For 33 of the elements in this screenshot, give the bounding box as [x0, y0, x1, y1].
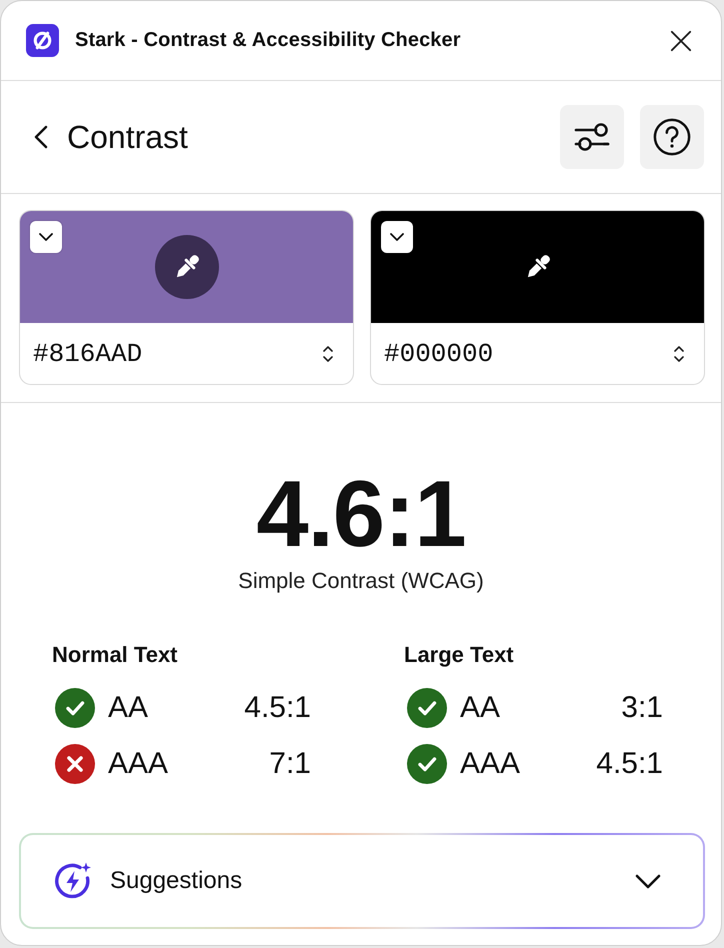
wcag-level: AA — [108, 691, 148, 725]
chevron-down-icon — [390, 233, 404, 241]
stepper-icon — [674, 344, 684, 362]
dropdown-button[interactable] — [30, 221, 62, 253]
required-ratio: 3:1 — [621, 691, 663, 725]
window-title: Stark - Contrast & Accessibility Checker — [75, 29, 461, 52]
ratio-label: Simple Contrast (WCAG) — [238, 569, 484, 593]
lightning-sparkle-icon — [53, 861, 93, 901]
chevron-down-icon — [39, 233, 53, 241]
result-heading: Large Text — [404, 643, 515, 667]
hex-field[interactable]: #000000 — [371, 323, 704, 384]
sliders-icon — [574, 121, 610, 153]
logo-icon — [26, 24, 59, 57]
wcag-level: AAA — [460, 747, 520, 781]
suggestions-toggle[interactable]: Suggestions — [19, 833, 705, 929]
settings-button[interactable] — [560, 105, 624, 169]
hex-field[interactable]: #816AAD — [20, 323, 353, 384]
result-heading: Normal Text — [52, 643, 179, 667]
contrast-ratio: 4.6:1 — [256, 467, 466, 561]
close-button[interactable] — [670, 30, 692, 52]
close-icon — [670, 30, 692, 52]
back-button[interactable]: Contrast — [34, 118, 188, 156]
stepper-icon — [323, 344, 333, 362]
back-chevron-icon — [34, 125, 48, 149]
required-ratio: 7:1 — [269, 747, 311, 781]
dropdown-button[interactable] — [381, 221, 413, 253]
help-icon — [653, 118, 691, 156]
required-ratio: 4.5:1 — [244, 691, 311, 725]
wcag-level: AAA — [108, 747, 168, 781]
help-button[interactable] — [640, 105, 704, 169]
chevron-down-icon — [635, 874, 661, 888]
wcag-level: AA — [460, 691, 500, 725]
required-ratio: 4.5:1 — [596, 747, 663, 781]
